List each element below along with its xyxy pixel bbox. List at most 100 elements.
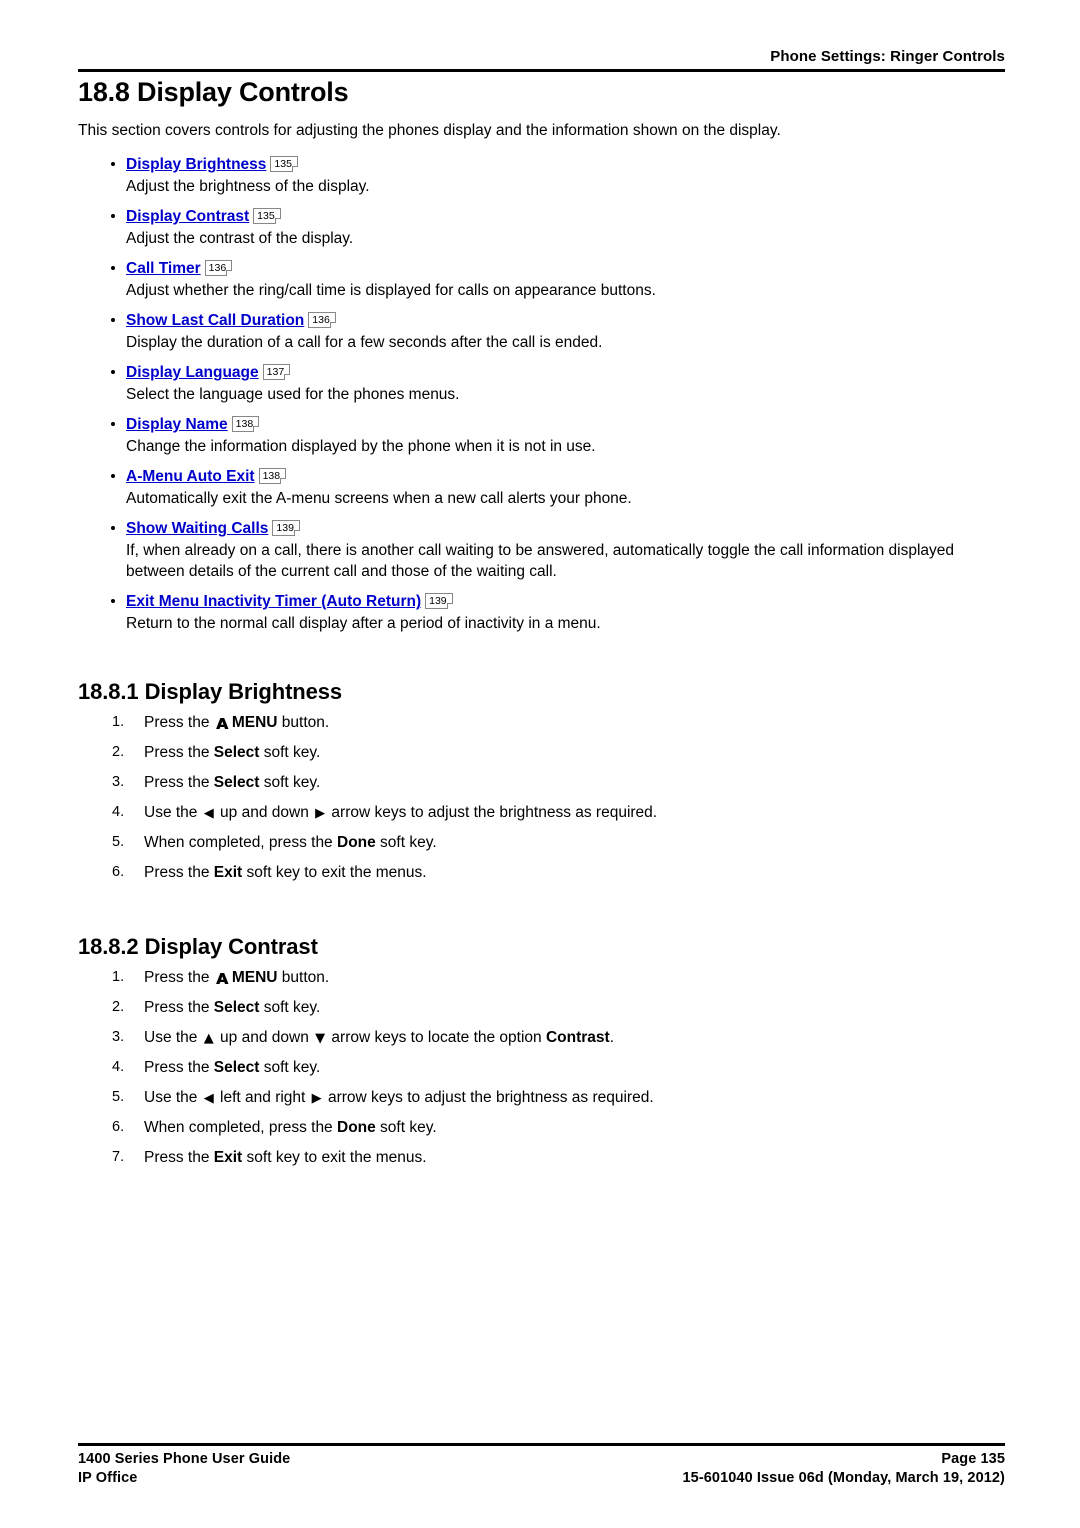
- step-text: Press the: [144, 744, 214, 761]
- step-keyword: Select: [213, 774, 260, 791]
- step-number: 3.: [112, 1029, 125, 1045]
- step-text: Use the: [144, 1029, 202, 1046]
- footer-product-name: IP Office: [78, 1470, 138, 1486]
- step-text: Press the: [144, 1059, 214, 1076]
- subsection-brightness-title: 18.8.1 Display Brightness: [78, 679, 343, 704]
- bullet-heading: Show Waiting Calls 139: [126, 518, 1005, 539]
- subsection-display-brightness: 18.8.1 Display Brightness 1. Press the ᴀM…: [78, 678, 1005, 883]
- step-number: 5.: [112, 1089, 125, 1105]
- step-keyword: MENU: [231, 714, 278, 731]
- arrow-left-icon: ◀: [203, 1091, 214, 1106]
- step-number: 1.: [112, 969, 125, 985]
- page-reference-badge[interactable]: 135: [253, 208, 281, 224]
- cross-reference-link[interactable]: Display Contrast: [126, 208, 249, 225]
- page-content: 18.8 Display Controls This section cover…: [78, 76, 1005, 1177]
- step-keyword: Done: [337, 1119, 376, 1136]
- bullet-description: Adjust the contrast of the display.: [126, 230, 354, 247]
- footer-guide-name: 1400 Series Phone User Guide: [78, 1451, 291, 1467]
- cross-reference-link[interactable]: Call Timer: [126, 260, 201, 277]
- procedure-step: 7. Press the Exit soft key to exit the me…: [78, 1147, 1005, 1168]
- bullet-description: Change the information displayed by the …: [126, 438, 596, 455]
- step-text: soft key.: [259, 1059, 321, 1076]
- step-number: 2.: [112, 744, 125, 760]
- bullet-dot-icon: [111, 318, 115, 322]
- page-reference-badge[interactable]: 138: [258, 468, 287, 484]
- step-number: 6.: [112, 1119, 125, 1135]
- bullet-heading: Exit Menu Inactivity Timer (Auto Return)…: [126, 591, 1005, 612]
- header-rule: [78, 69, 1005, 72]
- step-keyword: Select: [213, 1059, 260, 1076]
- arrow-left-icon: ◀: [203, 806, 214, 821]
- list-item: Show Waiting Calls 139 If, when already on…: [78, 518, 1005, 582]
- page-reference-badge[interactable]: 136: [308, 312, 336, 328]
- bullet-dot-icon: [111, 370, 115, 374]
- cross-reference-link[interactable]: Display Name: [126, 416, 228, 433]
- page-reference-badge[interactable]: 139: [425, 593, 453, 609]
- bullet-dot-icon: [111, 599, 115, 603]
- list-item: Display Contrast 135 Adjust the contrast o…: [78, 206, 1005, 249]
- cross-reference-link[interactable]: Display Language: [126, 364, 259, 381]
- bullet-heading: Display Brightness 135: [126, 154, 1005, 175]
- list-item: Call Timer 136 Adjust whether the ring/cal…: [78, 258, 1005, 301]
- step-text: left and right: [215, 1089, 310, 1106]
- cross-reference-link[interactable]: Show Last Call Duration: [126, 312, 304, 329]
- step-keyword: Select: [213, 744, 260, 761]
- display-controls-list: Display Brightness 135 Adjust the brightne…: [78, 154, 1005, 634]
- page-reference-badge[interactable]: 135: [270, 156, 298, 172]
- cross-reference-link[interactable]: A-Menu Auto Exit: [126, 468, 255, 485]
- step-text: button.: [277, 714, 330, 731]
- step-text: arrow keys to adjust the brightness as r…: [327, 804, 658, 821]
- arrow-right-icon: ▶: [315, 806, 326, 821]
- cross-reference-link[interactable]: Display Brightness: [126, 156, 266, 173]
- bullet-heading: Show Last Call Duration 136: [126, 310, 1005, 331]
- bullet-dot-icon: [111, 162, 115, 166]
- bullet-heading: A-Menu Auto Exit 138: [126, 466, 1005, 487]
- page-reference-badge[interactable]: 138: [231, 416, 260, 432]
- bullet-dot-icon: [111, 474, 115, 478]
- bullet-description: Return to the normal call display after …: [126, 615, 601, 632]
- procedure-step: 4. Use the ◀ up and down ▶ arrow keys to …: [78, 802, 1005, 823]
- procedure-step: 1. Press the ᴀ MENU button.: [78, 712, 1005, 733]
- step-number: 2.: [112, 999, 125, 1015]
- bullet-description: If, when already on a call, there is ano…: [126, 542, 954, 580]
- contrast-steps: 1. Press the ᴀ MENU button. 2. Press the Sel…: [78, 967, 1005, 1168]
- procedure-step: 2. Press the Select soft key.: [78, 997, 1005, 1018]
- bullet-dot-icon: [111, 266, 115, 270]
- step-number: 3.: [112, 774, 125, 790]
- list-item: Exit Menu Inactivity Timer (Auto Return)…: [78, 591, 1005, 634]
- bullet-description: Adjust whether the ring/call time is dis…: [126, 282, 656, 299]
- page-reference-badge[interactable]: 139: [272, 520, 300, 536]
- procedure-step: 2. Press the Select soft key.: [78, 742, 1005, 763]
- procedure-step: 3. Use the ▲ up and down ▼ arrow keys to …: [78, 1027, 1005, 1048]
- arrow-right-icon: ▶: [311, 1091, 322, 1106]
- procedure-step: 5. Use the ◀ left and right ▶ arrow keys …: [78, 1087, 1005, 1108]
- step-keyword: Exit: [213, 1149, 243, 1166]
- bullet-description: Adjust the brightness of the display.: [126, 178, 370, 195]
- list-item: Display Language 137 Select the language u…: [78, 362, 1005, 405]
- step-text: Press the: [144, 969, 214, 986]
- step-number: 4.: [112, 1059, 125, 1075]
- bullet-dot-icon: [111, 422, 115, 426]
- step-number: 7.: [112, 1149, 125, 1165]
- step-text: up and down: [215, 804, 314, 821]
- step-text: Press the: [144, 774, 214, 791]
- cross-reference-link[interactable]: Exit Menu Inactivity Timer (Auto Return): [126, 593, 421, 610]
- header-title: Phone Settings: Ringer Controls: [770, 48, 1005, 65]
- step-text: Press the: [144, 864, 214, 881]
- brightness-steps: 1. Press the ᴀ MENU button. 2. Press the Sel…: [78, 712, 1005, 883]
- step-keyword: Exit: [213, 864, 243, 881]
- step-text: soft key.: [259, 744, 321, 761]
- cross-reference-link[interactable]: Show Waiting Calls: [126, 520, 268, 537]
- step-text: arrow keys to adjust the brightness as r…: [323, 1089, 654, 1106]
- subsection-contrast-title: 18.8.2 Display Contrast: [78, 934, 318, 959]
- bullet-description: Automatically exit the A-menu screens wh…: [126, 490, 632, 507]
- page-title: 18.8 Display Controls: [78, 77, 349, 107]
- procedure-step: 1. Press the ᴀ MENU button.: [78, 967, 1005, 988]
- step-keyword: MENU: [231, 969, 278, 986]
- footer-rule: [78, 1443, 1005, 1446]
- step-text: soft key to exit the menus.: [242, 864, 427, 881]
- page-reference-badge[interactable]: 136: [204, 260, 233, 276]
- step-text: Use the: [144, 804, 202, 821]
- page-reference-badge[interactable]: 137: [262, 364, 291, 380]
- step-text: soft key.: [259, 774, 321, 791]
